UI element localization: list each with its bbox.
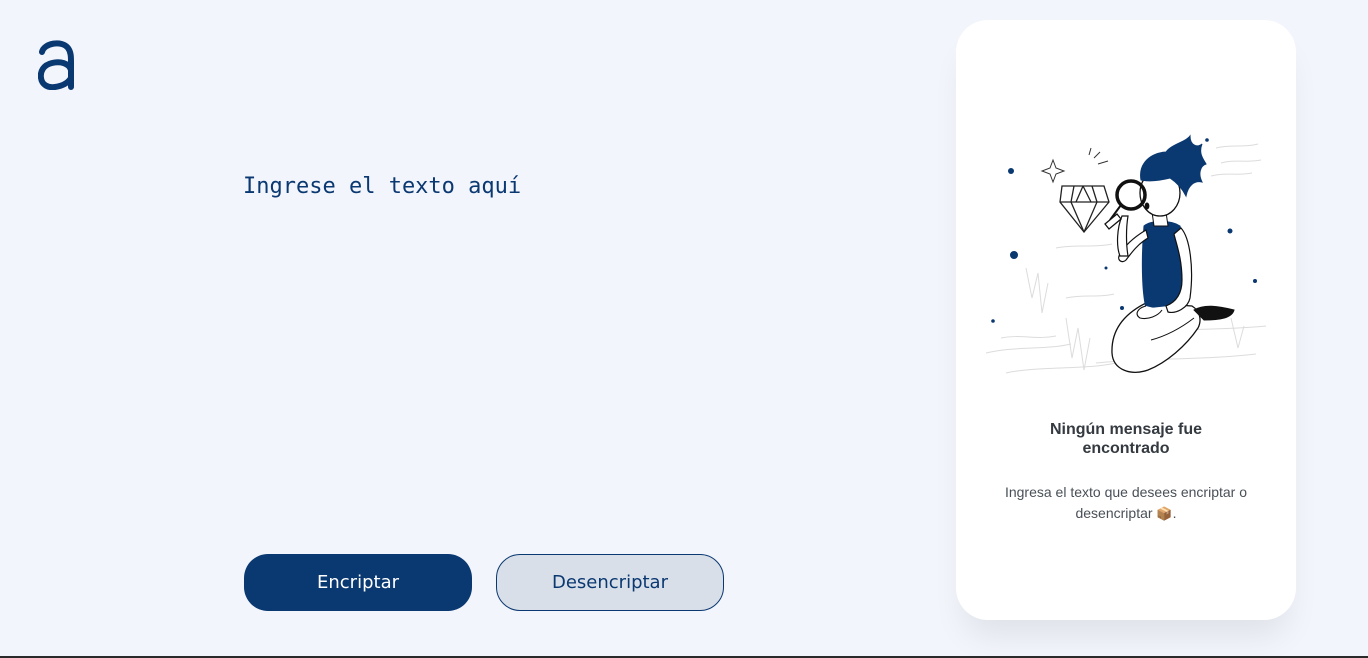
empty-state-text: Ingresa el texto que desees encriptar o … [1004,484,1248,521]
alura-logo-icon[interactable] [38,40,74,90]
decrypt-button[interactable]: Desencriptar [496,554,724,611]
person-magnifying-glass-illustration [985,134,1267,374]
encrypt-button[interactable]: Encriptar [244,554,472,611]
text-input[interactable] [240,170,886,508]
empty-state-message: Ingresa el texto que desees encriptar o … [996,482,1256,524]
empty-state-text-suffix: . [1172,505,1177,521]
empty-state-title: Ningún mensaje fue encontrado [1049,421,1203,457]
package-icon: 📦 [1156,506,1173,521]
result-panel: Ningún mensaje fue encontrado Ingresa el… [956,20,1296,620]
